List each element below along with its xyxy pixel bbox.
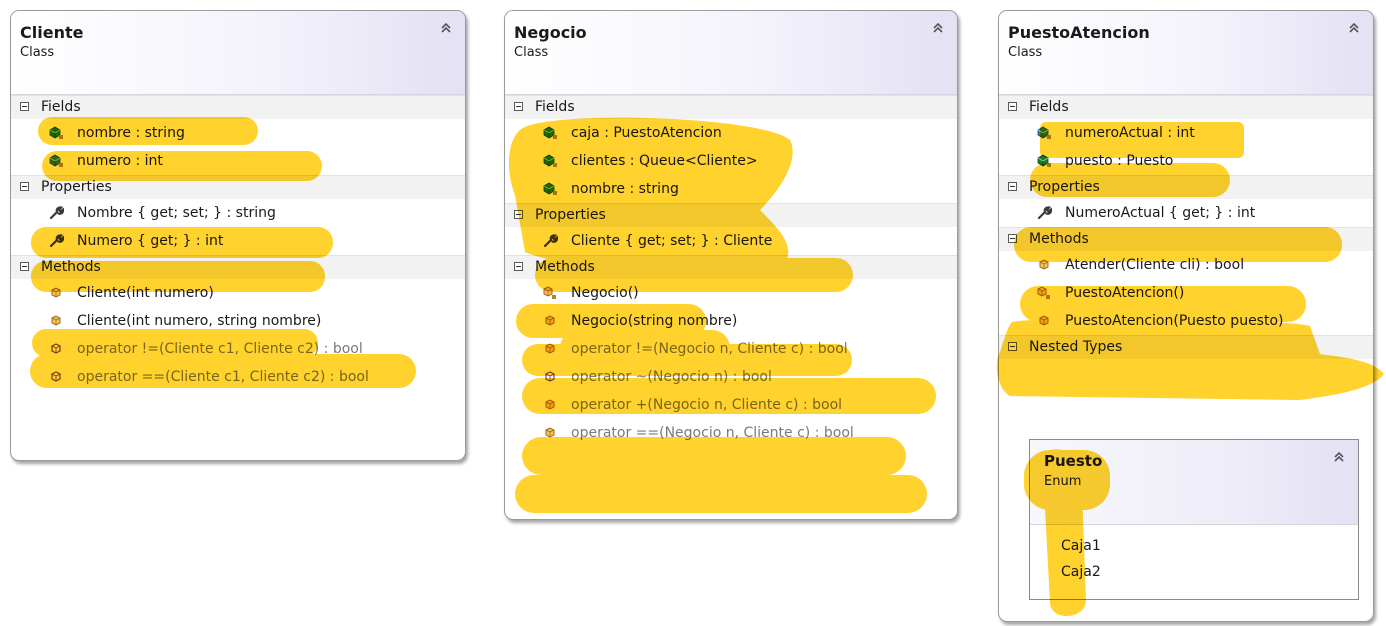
section-fields[interactable]: Fields xyxy=(999,95,1373,119)
method-icon xyxy=(542,314,558,328)
method-icon xyxy=(1036,286,1052,300)
member-property[interactable]: NumeroActual { get; } : int xyxy=(999,199,1373,227)
member-method[interactable]: PuestoAtencion() xyxy=(999,279,1373,307)
member-field[interactable]: numeroActual : int xyxy=(999,119,1373,147)
class-header-puesto-atencion[interactable]: PuestoAtencion Class xyxy=(999,11,1373,95)
class-name: PuestoAtencion xyxy=(1008,23,1150,42)
class-header-negocio[interactable]: Negocio Class xyxy=(505,11,957,95)
collapse-toggle-icon[interactable] xyxy=(514,210,523,219)
member-operator[interactable]: operator !=(Cliente c1, Cliente c2) : bo… xyxy=(11,335,465,363)
double-chevron-up-icon[interactable] xyxy=(439,21,453,35)
section-fields[interactable]: Fields xyxy=(11,95,465,119)
member-method[interactable]: Atender(Cliente cli) : bool xyxy=(999,251,1373,279)
member-field[interactable]: caja : PuestoAtencion xyxy=(505,119,957,147)
method-icon xyxy=(1036,314,1052,328)
field-icon xyxy=(1036,126,1052,140)
member-field[interactable]: puesto : Puesto xyxy=(999,147,1373,175)
member-operator[interactable]: operator ~(Negocio n) : bool xyxy=(505,363,957,391)
class-name: Cliente xyxy=(20,23,84,42)
double-chevron-up-icon[interactable] xyxy=(931,21,945,35)
field-icon xyxy=(48,154,64,168)
member-operator[interactable]: operator !=(Negocio n, Cliente c) : bool xyxy=(505,335,957,363)
class-kind: Class xyxy=(514,45,549,60)
collapse-toggle-icon[interactable] xyxy=(1008,102,1017,111)
wrench-icon xyxy=(48,206,64,220)
collapse-toggle-icon[interactable] xyxy=(1008,182,1017,191)
enum-name: Puesto xyxy=(1044,452,1103,470)
class-box-cliente[interactable]: Cliente Class Fields nombre : string num… xyxy=(10,10,466,461)
method-icon xyxy=(1036,258,1052,272)
section-methods[interactable]: Methods xyxy=(999,227,1373,251)
enum-values: Caja1 Caja2 xyxy=(1030,525,1358,585)
method-icon xyxy=(542,342,558,356)
method-icon xyxy=(48,286,64,300)
member-method[interactable]: PuestoAtencion(Puesto puesto) xyxy=(999,307,1373,335)
operator-icon xyxy=(48,370,64,384)
enum-header-puesto[interactable]: Puesto Enum xyxy=(1030,440,1358,525)
section-properties[interactable]: Properties xyxy=(11,175,465,199)
class-kind: Class xyxy=(1008,45,1043,60)
class-box-negocio[interactable]: Negocio Class Fields caja : PuestoAtenci… xyxy=(504,10,958,520)
collapse-toggle-icon[interactable] xyxy=(20,102,29,111)
member-method[interactable]: Negocio() xyxy=(505,279,957,307)
section-methods[interactable]: Methods xyxy=(11,255,465,279)
field-icon xyxy=(48,126,64,140)
class-name: Negocio xyxy=(514,23,587,42)
member-property[interactable]: Nombre { get; set; } : string xyxy=(11,199,465,227)
member-operator[interactable]: operator ==(Cliente c1, Cliente c2) : bo… xyxy=(11,363,465,391)
member-method[interactable]: Cliente(int numero) xyxy=(11,279,465,307)
collapse-toggle-icon[interactable] xyxy=(514,262,523,271)
wrench-icon xyxy=(1036,206,1052,220)
field-icon xyxy=(542,154,558,168)
collapse-toggle-icon[interactable] xyxy=(1008,234,1017,243)
enum-box-puesto[interactable]: Puesto Enum Caja1 Caja2 xyxy=(1029,439,1359,600)
class-kind: Class xyxy=(20,45,55,60)
double-chevron-up-icon[interactable] xyxy=(1332,450,1346,464)
collapse-toggle-icon[interactable] xyxy=(20,262,29,271)
section-methods[interactable]: Methods xyxy=(505,255,957,279)
member-field[interactable]: clientes : Queue<Cliente> xyxy=(505,147,957,175)
section-fields[interactable]: Fields xyxy=(505,95,957,119)
class-header-cliente[interactable]: Cliente Class xyxy=(11,11,465,95)
method-icon xyxy=(542,426,558,440)
operator-icon xyxy=(48,342,64,356)
member-method[interactable]: Cliente(int numero, string nombre) xyxy=(11,307,465,335)
member-field[interactable]: nombre : string xyxy=(11,119,465,147)
wrench-icon xyxy=(542,234,558,248)
wrench-icon xyxy=(48,234,64,248)
collapse-toggle-icon[interactable] xyxy=(514,102,523,111)
section-properties[interactable]: Properties xyxy=(999,175,1373,199)
enum-value[interactable]: Caja2 xyxy=(1061,559,1358,585)
method-icon xyxy=(542,398,558,412)
collapse-toggle-icon[interactable] xyxy=(20,182,29,191)
member-method[interactable]: Negocio(string nombre) xyxy=(505,307,957,335)
member-property[interactable]: Cliente { get; set; } : Cliente xyxy=(505,227,957,255)
section-nested-types[interactable]: Nested Types xyxy=(999,335,1373,359)
method-icon xyxy=(542,286,558,300)
member-operator[interactable]: operator +(Negocio n, Cliente c) : bool xyxy=(505,391,957,419)
member-property[interactable]: Numero { get; } : int xyxy=(11,227,465,255)
member-field[interactable]: nombre : string xyxy=(505,175,957,203)
field-icon xyxy=(542,182,558,196)
enum-kind: Enum xyxy=(1044,474,1082,489)
member-field[interactable]: numero : int xyxy=(11,147,465,175)
field-icon xyxy=(542,126,558,140)
operator-icon xyxy=(542,370,558,384)
method-icon xyxy=(48,314,64,328)
member-operator[interactable]: operator ==(Negocio n, Cliente c) : bool xyxy=(505,419,957,447)
section-properties[interactable]: Properties xyxy=(505,203,957,227)
field-icon xyxy=(1036,154,1052,168)
collapse-toggle-icon[interactable] xyxy=(1008,342,1017,351)
class-box-puesto-atencion[interactable]: PuestoAtencion Class Fields numeroActual… xyxy=(998,10,1374,622)
enum-value[interactable]: Caja1 xyxy=(1061,533,1358,559)
double-chevron-up-icon[interactable] xyxy=(1347,21,1361,35)
